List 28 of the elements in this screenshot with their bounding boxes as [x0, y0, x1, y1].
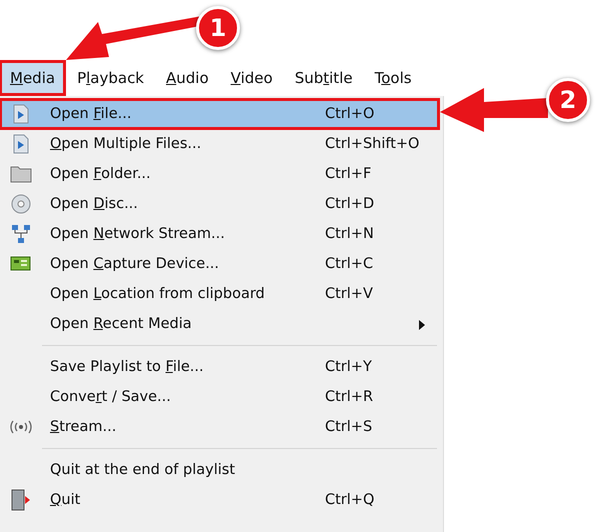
menu-title[interactable]: Subtitle [286, 63, 361, 93]
menu-item[interactable]: Stream... Ctrl+S [0, 412, 443, 442]
menu-item[interactable]: Open Disc... Ctrl+D [0, 189, 443, 219]
menu-title[interactable]: Video [222, 63, 281, 93]
menu-item[interactable]: Open Location from clipboard Ctrl+V [0, 279, 443, 309]
menu-title[interactable]: Tools [366, 63, 420, 93]
menu-item[interactable]: Open Network Stream... Ctrl+N [0, 219, 443, 249]
menu-item[interactable]: Open File... Ctrl+O [0, 99, 439, 129]
menu-item[interactable]: Quit Ctrl+Q [0, 485, 443, 515]
menu-item[interactable]: Open Capture Device... Ctrl+C [0, 249, 443, 279]
menu-item[interactable]: Open Multiple Files... Ctrl+Shift+O [0, 129, 443, 159]
disc-icon [11, 194, 31, 214]
step-number: 1 [196, 6, 240, 50]
folder-icon [10, 165, 32, 183]
media-file-icon [13, 134, 29, 154]
exit-door-icon [11, 489, 31, 511]
broadcast-icon [9, 420, 33, 434]
menu-item[interactable]: Open Recent Media [0, 309, 443, 339]
menu-title[interactable]: Media [2, 63, 64, 93]
menu-title[interactable]: Playback [69, 63, 152, 93]
menu-item[interactable]: Quit at the end of playlist [0, 455, 443, 485]
menu-item[interactable]: Save Playlist to File... Ctrl+Y [0, 352, 443, 382]
menu-title[interactable]: Audio [158, 63, 217, 93]
media-file-icon [13, 104, 29, 124]
network-icon [11, 224, 31, 244]
menu-item[interactable]: Open Folder... Ctrl+F [0, 159, 443, 189]
capture-card-icon [10, 256, 32, 272]
menu-item[interactable]: Convert / Save... Ctrl+R [0, 382, 443, 412]
